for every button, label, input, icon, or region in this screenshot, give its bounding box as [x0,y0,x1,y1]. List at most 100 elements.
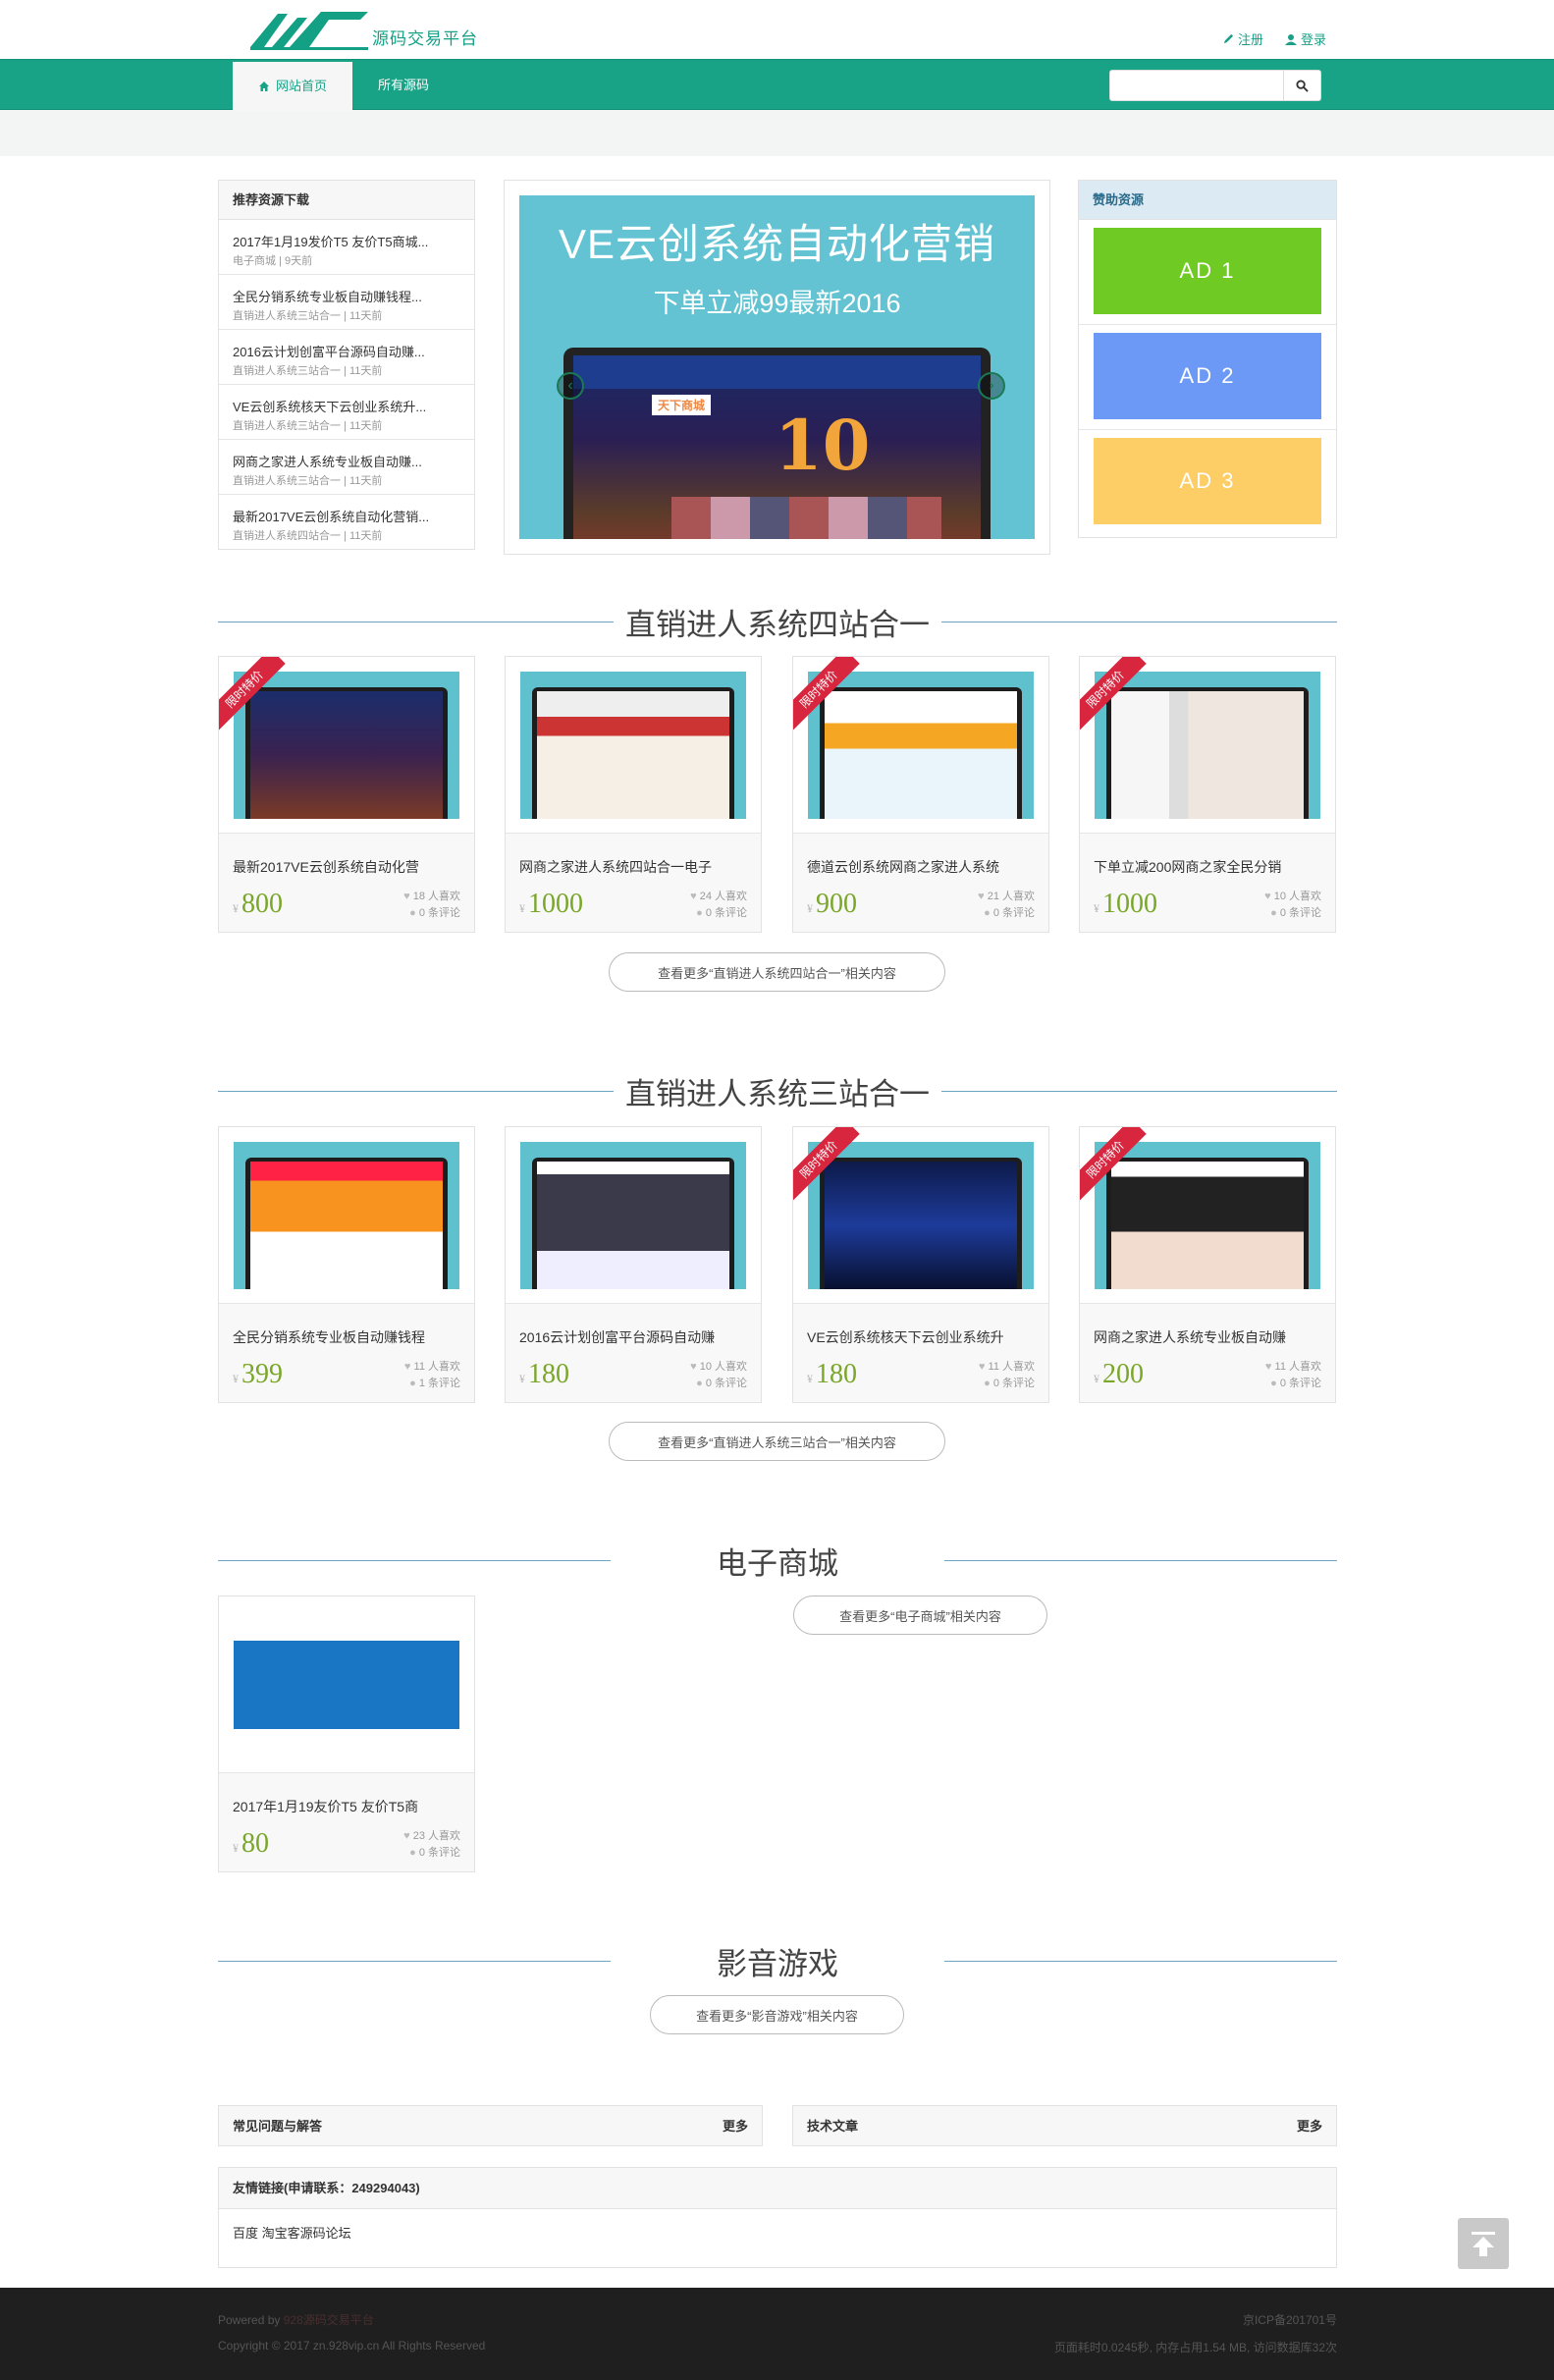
product-title[interactable]: 全民分销系统专业板自动赚钱程 [219,1304,474,1347]
monitor-screen [825,691,1017,819]
monitor-screen [250,691,443,819]
search-box [1109,70,1321,101]
section-title: 直销进人系统四站合一 [625,607,930,642]
heart-icon: ♥ [403,1361,414,1373]
ad-banner[interactable]: AD 1 [1094,228,1321,314]
product-price: ¥1000 [519,889,583,920]
product-card[interactable]: 网商之家进人系统四站合一电子 ¥1000 ♥ 24 人喜欢 ● 0 条评论 [505,656,762,933]
product-title[interactable]: 最新2017VE云创系统自动化营 [219,834,474,877]
divider [944,1960,1337,1962]
product-card[interactable]: 限时特价 最新2017VE云创系统自动化营 ¥800 ♥ 18 人喜欢 ● 0 … [218,656,475,933]
product-image [520,672,746,819]
divider [941,1090,1337,1092]
product-stats: ♥ 18 人喜欢 ● 0 条评论 [403,889,460,922]
comments-label: 0 条评论 [705,1378,747,1389]
monitor-frame [245,1158,448,1289]
likes-label: 21 人喜欢 [987,891,1035,902]
recommend-item-meta: 直销进人系统三站合一 | 11天前 [233,475,383,487]
product-card[interactable]: 2017年1月19友价T5 友价T5商 ¥80 ♥ 23 人喜欢 ● 0 条评论 [218,1596,475,1872]
currency-symbol: ¥ [807,1372,813,1385]
recommend-item[interactable]: VE云创系统核天下云创业系统升... 直销进人系统三站合一 | 11天前 [219,385,474,440]
search-button[interactable] [1284,70,1321,101]
product-thumbnail[interactable]: 限时特价 [219,657,474,834]
product-title[interactable]: 德道云创系统网商之家进人系统 [793,834,1048,877]
comment-icon: ● [409,907,419,919]
likes-label: 23 人喜欢 [412,1830,460,1842]
product-thumbnail[interactable]: 限时特价 [793,1127,1048,1304]
product-image [808,672,1034,819]
view-more-button[interactable]: 查看更多“影音游戏”相关内容 [650,1995,904,2034]
product-title[interactable]: 下单立减200网商之家全民分销 [1080,834,1335,877]
faq-more-link[interactable]: 更多 [723,2106,748,2147]
divider [218,1960,611,1962]
site-logo[interactable]: 源码交易平台 [250,8,478,51]
product-title[interactable]: 网商之家进人系统四站合一电子 [506,834,761,877]
product-card[interactable]: 全民分销系统专业板自动赚钱程 ¥399 ♥ 11 人喜欢 ● 1 条评论 [218,1126,475,1403]
section-title: 影音游戏 [717,1946,838,1981]
search-input[interactable] [1109,70,1284,101]
view-more-button[interactable]: 查看更多“直销进人系统三站合一”相关内容 [609,1422,945,1461]
articles-more-link[interactable]: 更多 [1297,2106,1322,2147]
view-more-button[interactable]: 查看更多“直销进人系统四站合一”相关内容 [609,952,945,992]
product-price: ¥900 [807,889,857,920]
product-title[interactable]: VE云创系统核天下云创业系统升 [793,1304,1048,1347]
product-thumbnail[interactable] [506,1127,761,1304]
ad-banner[interactable]: AD 3 [1094,438,1321,524]
recommend-item[interactable]: 2017年1月19发价T5 友价T5商城... 电子商城 | 9天前 [219,220,474,275]
pencil-icon [1223,33,1234,44]
product-thumbnail[interactable]: 限时特价 [793,657,1048,834]
monitor-screen [537,691,729,819]
register-link[interactable]: 注册 [1223,29,1263,48]
comments-count: ● 0 条评论 [979,1376,1035,1392]
footer-powered-label: Powered by [218,2313,281,2327]
ad-banner[interactable]: AD 2 [1094,333,1321,419]
back-to-top-button[interactable] [1458,2218,1509,2269]
product-thumbnail[interactable] [506,657,761,834]
product-title[interactable]: 2017年1月19友价T5 友价T5商 [219,1773,474,1816]
product-thumbnail[interactable] [219,1596,474,1773]
prev-slide-button[interactable]: ‹ [557,372,584,400]
view-more-button[interactable]: 查看更多“电子商城”相关内容 [793,1596,1047,1635]
banner-headline: VE云创系统自动化营销 [558,221,996,267]
banner-slide[interactable]: VE云创系统自动化营销 下单立减99最新2016 天下商城 10 ‹ › [519,195,1035,539]
product-price: ¥399 [233,1359,283,1390]
product-title[interactable]: 2016云计划创富平台源码自动赚 [506,1304,761,1347]
price-value: 399 [241,1359,283,1389]
heart-icon: ♥ [690,891,700,902]
product-thumbnail[interactable]: 限时特价 [1080,1127,1335,1304]
product-footer: ¥399 ♥ 11 人喜欢 ● 1 条评论 [219,1347,474,1402]
product-card[interactable]: 2016云计划创富平台源码自动赚 ¥180 ♥ 10 人喜欢 ● 0 条评论 [505,1126,762,1403]
product-price: ¥180 [519,1359,569,1390]
recommend-item[interactable]: 最新2017VE云创系统自动化营销... 直销进人系统四站合一 | 11天前 [219,495,474,550]
comments-label: 0 条评论 [1279,1378,1321,1389]
product-image [234,672,459,819]
recommend-item[interactable]: 2016云计划创富平台源码自动赚... 直销进人系统三站合一 | 11天前 [219,330,474,385]
product-thumbnail[interactable]: 限时特价 [1080,657,1335,834]
login-link[interactable]: 登录 [1284,29,1326,48]
product-card[interactable]: 限时特价 下单立减200网商之家全民分销 ¥1000 ♥ 10 人喜欢 ● 0 … [1079,656,1336,933]
product-thumbnail[interactable] [219,1127,474,1304]
sub-bar [0,110,1554,156]
nav-home[interactable]: 网站首页 [233,62,353,111]
section-title-bar: 电子商城 [218,1541,1337,1581]
footer-powered-link[interactable]: 928源码交易平台 [284,2313,374,2327]
next-slide-button[interactable]: › [978,372,1005,400]
section-title: 直销进人系统三站合一 [625,1076,930,1111]
product-card[interactable]: 限时特价 VE云创系统核天下云创业系统升 ¥180 ♥ 11 人喜欢 ● 0 条… [792,1126,1049,1403]
friend-links-list[interactable]: 百度 淘宝客源码论坛 [219,2209,1336,2255]
price-value: 800 [241,889,283,919]
product-card[interactable]: 限时特价 德道云创系统网商之家进人系统 ¥900 ♥ 21 人喜欢 ● 0 条评… [792,656,1049,933]
recommend-item[interactable]: 全民分销系统专业板自动赚钱程... 直销进人系统三站合一 | 11天前 [219,275,474,330]
section-title-bar: 影音游戏 [218,1941,1337,1981]
price-value: 80 [241,1828,269,1859]
screen-header [573,355,981,389]
recommend-item[interactable]: 网商之家进人系统专业板自动赚... 直销进人系统三站合一 | 11天前 [219,440,474,495]
product-card[interactable]: 限时特价 网商之家进人系统专业板自动赚 ¥200 ♥ 11 人喜欢 ● 0 条评… [1079,1126,1336,1403]
product-stats: ♥ 21 人喜欢 ● 0 条评论 [978,889,1035,922]
nav-all-sources[interactable]: 所有源码 [352,60,455,111]
footer-icp[interactable]: 京ICP备201701号 [1243,2311,1337,2328]
comments-count: ● 0 条评论 [690,1376,747,1392]
main-nav: 网站首页 所有源码 [0,59,1554,111]
recommend-item-meta: 直销进人系统三站合一 | 11天前 [233,365,383,377]
product-title[interactable]: 网商之家进人系统专业板自动赚 [1080,1304,1335,1347]
